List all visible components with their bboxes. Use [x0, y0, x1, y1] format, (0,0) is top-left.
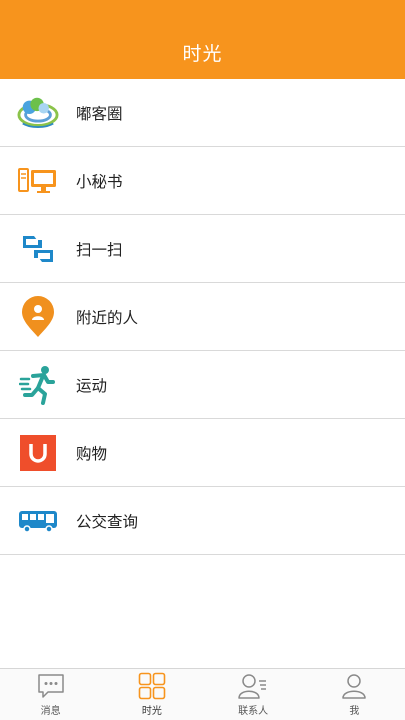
shopping-bag-icon — [17, 433, 59, 473]
running-person-icon — [17, 365, 59, 405]
menu-item-label: 嘟客圈 — [76, 104, 123, 123]
tab-me[interactable]: 我 — [304, 669, 405, 720]
bottom-tab-bar: 消息 时光 联系人 我 — [0, 668, 405, 720]
bus-icon — [17, 501, 59, 541]
menu-item-sports[interactable]: 运动 — [0, 351, 405, 419]
tab-label: 消息 — [40, 706, 61, 717]
menu-item-assistant[interactable]: 小秘书 — [0, 147, 405, 215]
tab-messages[interactable]: 消息 — [0, 669, 101, 720]
tab-label: 时光 — [141, 706, 162, 717]
location-person-icon — [17, 295, 59, 337]
tab-moments[interactable]: 时光 — [101, 669, 202, 720]
tab-label: 联系人 — [238, 706, 269, 717]
cloud-circle-icon — [17, 93, 59, 133]
menu-item-label: 小秘书 — [76, 172, 123, 191]
chat-bubble-icon — [36, 671, 66, 701]
menu-item-label: 扫一扫 — [76, 240, 123, 259]
tab-label: 我 — [349, 706, 360, 717]
menu-item-scan[interactable]: 扫一扫 — [0, 215, 405, 283]
page-title: 时光 — [182, 42, 223, 65]
menu-item-label: 公交查询 — [76, 512, 139, 531]
menu-item-shopping[interactable]: 购物 — [0, 419, 405, 487]
menu-item-nearby[interactable]: 附近的人 — [0, 283, 405, 351]
menu-item-label: 购物 — [76, 444, 108, 463]
menu-list: 嘟客圈 小秘书 扫一扫 附近的人 运动 购物 公交查询 — [0, 79, 405, 555]
app-header: 时光 — [0, 0, 405, 79]
contacts-icon — [238, 671, 268, 701]
menu-item-bus[interactable]: 公交查询 — [0, 487, 405, 555]
grid-icon — [137, 671, 167, 701]
tab-contacts[interactable]: 联系人 — [203, 669, 304, 720]
desktop-computer-icon — [17, 161, 59, 201]
menu-item-label: 运动 — [76, 376, 108, 395]
menu-item-label: 附近的人 — [76, 308, 139, 327]
scan-icon — [17, 229, 59, 269]
menu-item-moments[interactable]: 嘟客圈 — [0, 79, 405, 147]
user-icon — [339, 671, 369, 701]
